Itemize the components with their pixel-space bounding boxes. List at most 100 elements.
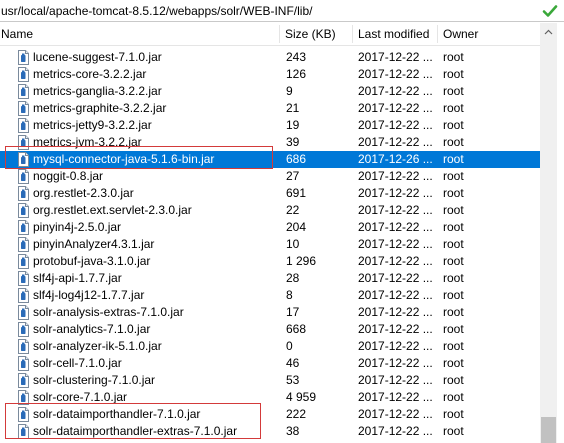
file-modified: 2017-12-22 ... bbox=[358, 50, 433, 64]
file-modified: 2017-12-22 ... bbox=[358, 220, 433, 234]
file-owner: root bbox=[443, 169, 464, 183]
jar-file-icon bbox=[18, 254, 29, 269]
file-size: 21 bbox=[286, 101, 300, 115]
file-size: 53 bbox=[286, 373, 300, 387]
file-size: 10 bbox=[286, 237, 300, 251]
jar-file-icon bbox=[18, 203, 29, 218]
file-row[interactable]: slf4j-api-1.7.7.jar 28 2017-12-22 ... root bbox=[0, 270, 540, 287]
file-size: 222 bbox=[286, 407, 307, 421]
file-row[interactable]: solr-clustering-7.1.0.jar 53 2017-12-22 ..… bbox=[0, 372, 540, 389]
file-row[interactable]: metrics-graphite-3.2.2.jar 21 2017-12-22 .… bbox=[0, 100, 540, 117]
annotation-box bbox=[5, 403, 261, 439]
file-name: pinyin4j-2.5.0.jar bbox=[33, 220, 122, 234]
file-row[interactable]: lucene-suggest-7.1.0.jar 243 2017-12-22 ..… bbox=[0, 49, 540, 66]
vertical-scrollbar[interactable] bbox=[540, 23, 557, 443]
file-modified: 2017-12-22 ... bbox=[358, 118, 433, 132]
column-divider[interactable] bbox=[279, 25, 280, 43]
jar-file-icon bbox=[18, 50, 29, 65]
jar-file-icon bbox=[18, 271, 29, 286]
file-row[interactable]: noggit-0.8.jar 27 2017-12-22 ... root bbox=[0, 168, 540, 185]
jar-file-icon bbox=[18, 237, 29, 252]
jar-file-icon bbox=[18, 169, 29, 184]
file-row[interactable]: org.restlet-2.3.0.jar 691 2017-12-22 ... ro… bbox=[0, 185, 540, 202]
file-row[interactable]: org.restlet.ext.servlet-2.3.0.jar 22 2017-… bbox=[0, 202, 540, 219]
file-row[interactable]: metrics-ganglia-3.2.2.jar 9 2017-12-22 ...… bbox=[0, 83, 540, 100]
file-size: 668 bbox=[286, 322, 307, 336]
file-size: 38 bbox=[286, 424, 300, 438]
file-owner: root bbox=[443, 135, 464, 149]
file-size: 39 bbox=[286, 135, 300, 149]
file-owner: root bbox=[443, 203, 464, 217]
file-owner: root bbox=[443, 288, 464, 302]
file-owner: root bbox=[443, 322, 464, 336]
jar-file-icon bbox=[18, 288, 29, 303]
jar-file-icon bbox=[18, 220, 29, 235]
check-icon[interactable] bbox=[542, 3, 558, 19]
file-modified: 2017-12-22 ... bbox=[358, 135, 433, 149]
scroll-thumb[interactable] bbox=[541, 417, 556, 443]
file-owner: root bbox=[443, 186, 464, 200]
file-row[interactable]: pinyinAnalyzer4.3.1.jar 10 2017-12-22 ... r… bbox=[0, 236, 540, 253]
file-row[interactable]: solr-analytics-7.1.0.jar 668 2017-12-22 ..… bbox=[0, 321, 540, 338]
column-header-size[interactable]: Size (KB) bbox=[285, 23, 336, 45]
file-modified: 2017-12-22 ... bbox=[358, 356, 433, 370]
file-size: 19 bbox=[286, 118, 300, 132]
file-owner: root bbox=[443, 152, 464, 166]
jar-file-icon bbox=[18, 118, 29, 133]
file-name: noggit-0.8.jar bbox=[33, 169, 104, 183]
file-row[interactable]: metrics-core-3.2.2.jar 126 2017-12-22 ... r… bbox=[0, 66, 540, 83]
file-owner: root bbox=[443, 407, 464, 421]
file-modified: 2017-12-22 ... bbox=[358, 203, 433, 217]
file-size: 691 bbox=[286, 186, 307, 200]
jar-file-icon bbox=[18, 339, 29, 354]
file-modified: 2017-12-22 ... bbox=[358, 390, 433, 404]
file-name: slf4j-log4j12-1.7.7.jar bbox=[33, 288, 145, 302]
scroll-up-button[interactable] bbox=[540, 23, 557, 40]
column-header-name[interactable]: Name bbox=[1, 23, 33, 45]
file-name: solr-analytics-7.1.0.jar bbox=[33, 322, 151, 336]
column-header-owner[interactable]: Owner bbox=[443, 23, 478, 45]
file-size: 1 296 bbox=[286, 254, 317, 268]
file-row[interactable]: pinyin4j-2.5.0.jar 204 2017-12-22 ... root bbox=[0, 219, 540, 236]
file-name: solr-cell-7.1.0.jar bbox=[33, 356, 122, 370]
path-input[interactable]: usr/local/apache-tomcat-8.5.12/webapps/s… bbox=[1, 3, 312, 19]
file-row[interactable]: slf4j-log4j12-1.7.7.jar 8 2017-12-22 ... ro… bbox=[0, 287, 540, 304]
file-owner: root bbox=[443, 220, 464, 234]
file-size: 686 bbox=[286, 152, 307, 166]
file-modified: 2017-12-22 ... bbox=[358, 254, 433, 268]
chevron-up-icon bbox=[544, 29, 553, 34]
file-modified: 2017-12-26 ... bbox=[358, 152, 433, 166]
file-name: pinyinAnalyzer4.3.1.jar bbox=[33, 237, 155, 251]
file-size: 243 bbox=[286, 50, 307, 64]
jar-file-icon bbox=[18, 67, 29, 82]
file-owner: root bbox=[443, 254, 464, 268]
jar-file-icon bbox=[18, 356, 29, 371]
file-modified: 2017-12-22 ... bbox=[358, 101, 433, 115]
file-name: metrics-core-3.2.2.jar bbox=[33, 67, 147, 81]
file-owner: root bbox=[443, 84, 464, 98]
file-owner: root bbox=[443, 424, 464, 438]
file-owner: root bbox=[443, 237, 464, 251]
column-header-modified[interactable]: Last modified bbox=[358, 23, 429, 45]
file-owner: root bbox=[443, 305, 464, 319]
file-size: 22 bbox=[286, 203, 300, 217]
file-row[interactable]: solr-analysis-extras-7.1.0.jar 17 2017-12-… bbox=[0, 304, 540, 321]
jar-file-icon bbox=[18, 305, 29, 320]
column-divider[interactable] bbox=[352, 25, 353, 43]
file-name: org.restlet-2.3.0.jar bbox=[33, 186, 134, 200]
file-row[interactable]: solr-cell-7.1.0.jar 46 2017-12-22 ... root bbox=[0, 355, 540, 372]
file-name: metrics-ganglia-3.2.2.jar bbox=[33, 84, 162, 98]
column-divider[interactable] bbox=[437, 25, 438, 43]
file-owner: root bbox=[443, 356, 464, 370]
file-row[interactable]: metrics-jetty9-3.2.2.jar 19 2017-12-22 ...… bbox=[0, 117, 540, 134]
file-owner: root bbox=[443, 67, 464, 81]
file-owner: root bbox=[443, 50, 464, 64]
file-modified: 2017-12-22 ... bbox=[358, 424, 433, 438]
file-modified: 2017-12-22 ... bbox=[358, 288, 433, 302]
path-bar: usr/local/apache-tomcat-8.5.12/webapps/s… bbox=[0, 0, 564, 22]
file-row[interactable]: protobuf-java-3.1.0.jar 1 296 2017-12-22 .… bbox=[0, 253, 540, 270]
file-modified: 2017-12-22 ... bbox=[358, 237, 433, 251]
file-row[interactable]: solr-analyzer-ik-5.1.0.jar 0 2017-12-22 ..… bbox=[0, 338, 540, 355]
file-modified: 2017-12-22 ... bbox=[358, 271, 433, 285]
file-owner: root bbox=[443, 271, 464, 285]
